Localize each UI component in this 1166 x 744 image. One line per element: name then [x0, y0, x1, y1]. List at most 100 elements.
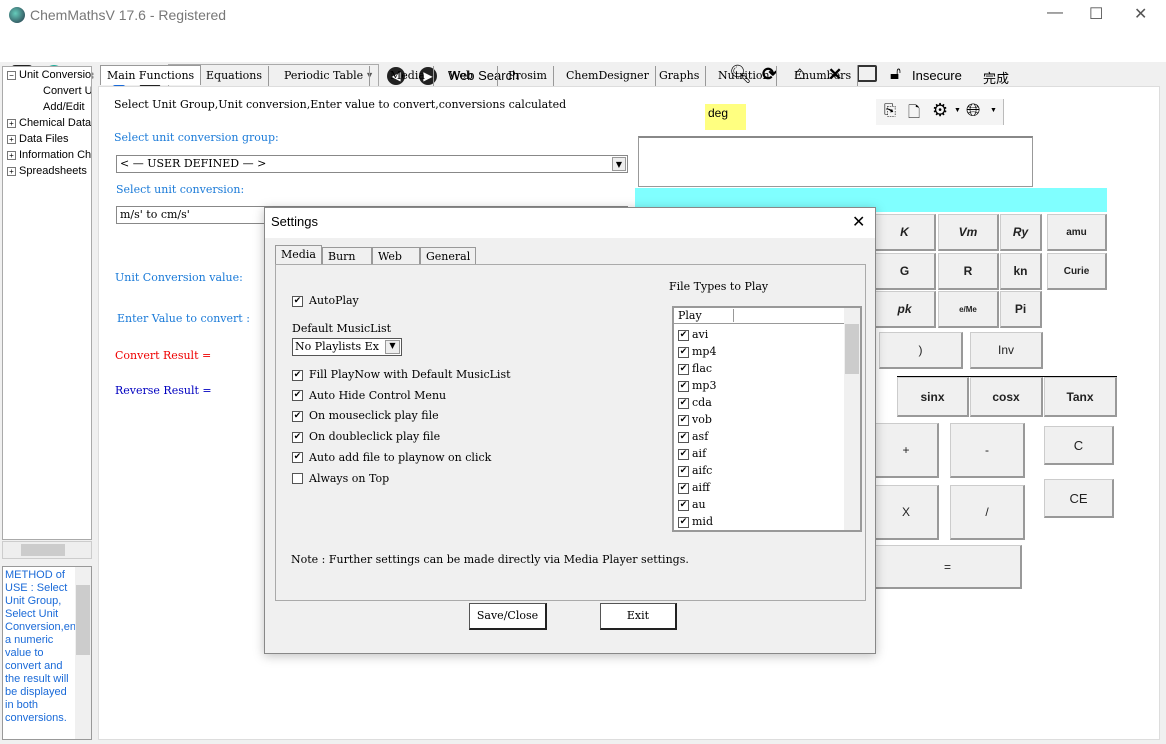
calc-button-k[interactable]: K — [874, 214, 936, 251]
tab-prosim[interactable]: Prosim — [502, 66, 554, 86]
check-icon[interactable]: ✔ — [678, 516, 689, 528]
tab-graphs[interactable]: Graphs — [653, 66, 707, 86]
file-type-item[interactable]: ✔ flac — [678, 362, 712, 375]
minimize-button[interactable]: — — [1047, 4, 1063, 22]
chevron-down-icon[interactable]: ▼ — [385, 340, 400, 354]
check-icon[interactable]: ✔ — [678, 329, 689, 341]
calculator-display[interactable] — [638, 136, 1033, 187]
calc-button-ry[interactable]: Ry — [1000, 214, 1042, 251]
musiclist-select[interactable]: No Playlists Ex ▼ — [292, 338, 402, 356]
group-select[interactable]: < — USER DEFINED — > ▼ — [116, 155, 628, 173]
option-checkbox[interactable]: ✔ On doubleclick play file — [292, 430, 440, 443]
dialog-close-button[interactable]: ✕ — [852, 212, 865, 232]
file-type-item[interactable]: ✔ mp4 — [678, 345, 716, 358]
calc-button-pk[interactable]: pk — [874, 291, 936, 328]
check-icon[interactable]: ✔ — [678, 380, 689, 392]
file-type-item[interactable]: ✔ asf — [678, 430, 708, 443]
check-icon[interactable]: ✔ — [678, 346, 689, 358]
calc-button-close-paren[interactable]: ) — [879, 332, 963, 369]
tree-item-information-charts[interactable]: +Information Charts — [7, 149, 91, 161]
check-icon[interactable]: ✔ — [678, 482, 689, 494]
option-checkbox[interactable]: Always on Top — [292, 472, 389, 485]
scroll-thumb[interactable] — [845, 324, 859, 374]
expand-icon[interactable]: + — [7, 135, 16, 144]
new-file-icon[interactable]: 🗋 — [908, 102, 920, 127]
calc-button-minus[interactable]: - — [950, 423, 1025, 478]
calc-button-pi[interactable]: Pi — [1000, 291, 1042, 328]
check-icon[interactable]: ✔ — [678, 397, 689, 409]
tree-horizontal-scrollbar[interactable] — [2, 541, 92, 559]
navigation-tree[interactable]: −Unit Conversion Convert Units Add/Edit … — [2, 66, 92, 540]
calc-button-c[interactable]: C — [1044, 426, 1114, 465]
file-type-item[interactable]: ✔ aiff — [678, 481, 710, 494]
check-icon[interactable]: ✔ — [292, 390, 303, 402]
expand-icon[interactable]: + — [7, 151, 16, 160]
copy-icon[interactable]: ⎘ — [884, 102, 896, 119]
save-close-button[interactable]: Save/Close — [469, 603, 547, 630]
check-icon[interactable]: ✔ — [678, 448, 689, 460]
tree-item-unit-conversion[interactable]: − Unit Conversion — [7, 69, 91, 81]
option-checkbox[interactable]: ✔ Auto add file to playnow on click — [292, 451, 491, 464]
tab-periodic-table[interactable]: Periodic Table — [278, 66, 371, 86]
exit-button[interactable]: Exit — [600, 603, 677, 630]
settings-gear-icon[interactable]: ⚙ — [932, 100, 948, 121]
file-type-item[interactable]: ✔ cda — [678, 396, 712, 409]
list-scrollbar[interactable] — [844, 308, 860, 530]
method-scrollbar[interactable] — [75, 567, 91, 739]
tree-item-data-files[interactable]: + Data Files — [7, 133, 69, 145]
tab-nutrition[interactable]: Nutrition — [712, 66, 777, 86]
new-folder-icon[interactable] — [857, 65, 877, 82]
calc-button-curie[interactable]: Curie — [1047, 253, 1107, 290]
tab-equations[interactable]: Equations — [200, 66, 270, 86]
scroll-thumb[interactable] — [21, 544, 65, 556]
settings-tab-media[interactable]: Media — [275, 245, 322, 265]
settings-tab-general[interactable]: General — [420, 247, 477, 265]
chevron-down-icon[interactable]: ▼ — [612, 157, 626, 171]
calc-button-sinx[interactable]: sinx — [897, 377, 969, 417]
maximize-button[interactable]: ☐ — [1089, 4, 1103, 24]
chevron-down-icon[interactable]: ▼ — [954, 107, 961, 114]
expand-icon[interactable]: + — [7, 119, 16, 128]
tree-item-convert-units[interactable]: Convert Units — [43, 85, 91, 97]
check-icon[interactable]: ✔ — [678, 499, 689, 511]
calc-button-e-me[interactable]: e/Me — [938, 291, 999, 328]
expand-icon[interactable]: + — [7, 167, 16, 176]
chevron-down-icon[interactable]: ▼ — [990, 107, 997, 114]
check-icon[interactable]: ✔ — [678, 465, 689, 477]
calc-button-tanx[interactable]: Tanx — [1044, 377, 1117, 417]
check-icon[interactable]: ✔ — [292, 431, 303, 443]
file-type-item[interactable]: ✔ avi — [678, 328, 708, 341]
calc-button-amu[interactable]: amu — [1047, 214, 1107, 251]
file-type-item[interactable]: ✔ vob — [678, 413, 712, 426]
file-type-item[interactable]: ✔ aif — [678, 447, 706, 460]
calc-button-g[interactable]: G — [874, 253, 936, 290]
close-button[interactable]: ✕ — [1134, 4, 1147, 24]
calc-button-divide[interactable]: / — [950, 485, 1025, 540]
file-type-item[interactable]: ✔ mp3 — [678, 379, 716, 392]
check-icon[interactable]: ✔ — [678, 431, 689, 443]
file-type-item[interactable]: ✔ mid — [678, 515, 713, 528]
file-type-item[interactable]: ✔ au — [678, 498, 706, 511]
tab-main-functions[interactable]: Main Functions — [100, 65, 202, 85]
check-icon[interactable]: ✔ — [292, 410, 303, 422]
tree-item-spreadsheets[interactable]: + Spreadsheets — [7, 165, 87, 177]
settings-tab-burn[interactable]: Burn — [322, 247, 372, 265]
globe-icon[interactable]: 🌐︎ — [966, 100, 980, 121]
tree-item-add-edit[interactable]: Add/Edit — [43, 101, 85, 113]
calc-button-inv[interactable]: Inv — [970, 332, 1043, 369]
collapse-icon[interactable]: − — [7, 71, 16, 80]
angle-mode-indicator[interactable]: deg — [705, 104, 746, 130]
check-icon[interactable]: ✔ — [678, 363, 689, 375]
check-icon[interactable]: ✔ — [292, 452, 303, 464]
check-icon[interactable]: ✔ — [678, 414, 689, 426]
calc-button-cosx[interactable]: cosx — [970, 377, 1043, 417]
calc-button-multiply[interactable]: X — [874, 485, 939, 540]
file-type-item[interactable]: ✔ aifc — [678, 464, 712, 477]
calc-button-kn[interactable]: kn — [1000, 253, 1042, 290]
calc-button-equals[interactable]: = — [874, 545, 1022, 589]
tab-enumbers[interactable]: Enumbers — [788, 66, 859, 86]
check-icon[interactable]: ✔ — [292, 369, 303, 381]
column-play[interactable]: Play — [678, 309, 734, 322]
tab-media[interactable]: Media — [384, 66, 434, 86]
calc-button-r[interactable]: R — [938, 253, 999, 290]
